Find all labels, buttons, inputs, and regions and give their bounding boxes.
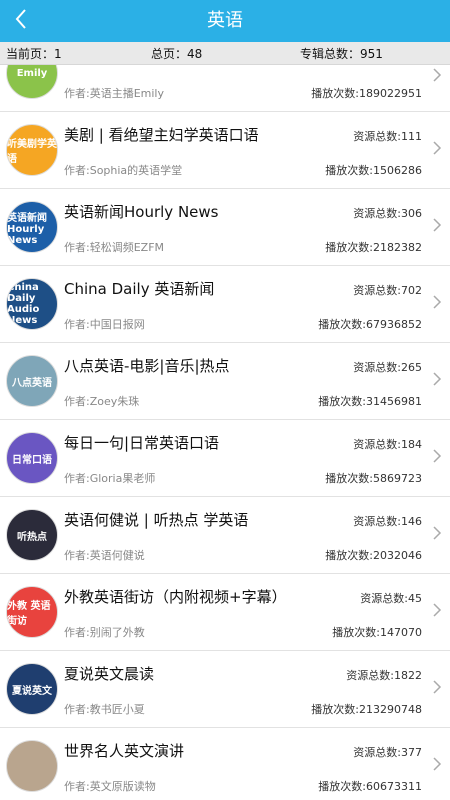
- cover-text: 八点英语: [12, 377, 52, 389]
- album-cover: 八点英语: [6, 355, 58, 407]
- chevron-right-icon: [430, 754, 444, 774]
- cover-text: 听美剧学英语: [7, 139, 57, 165]
- album-title: 夏说英文晨读: [64, 665, 155, 683]
- album-cover: 听热点: [6, 509, 58, 561]
- album-author: 作者:英语主播Emily: [64, 87, 164, 100]
- album-title: 美剧 | 看绝望主妇学英语口语: [64, 126, 259, 144]
- album-cover: Emily: [6, 65, 58, 99]
- album-cover: 英语新闻 Hourly News: [6, 201, 58, 253]
- total-albums-label: 专辑总数：951: [300, 46, 383, 61]
- album-play-count: 播放次数:189022951: [311, 87, 422, 100]
- album-resource-count: 资源总数:184: [353, 438, 422, 451]
- album-resource-count: 资源总数:265: [353, 361, 422, 374]
- cover-text: 英语新闻 Hourly News: [7, 212, 47, 246]
- chevron-right-icon: [430, 369, 444, 389]
- page-title: 英语: [207, 10, 243, 31]
- album-play-count: 播放次数:31456981: [318, 395, 422, 408]
- album-play-count: 播放次数:60673311: [318, 780, 422, 793]
- album-title: 每日一句|日常英语口语: [64, 434, 220, 452]
- cover-text: 听热点: [17, 531, 47, 543]
- album-title: 英语何健说 | 听热点 学英语: [64, 511, 249, 529]
- album-resource-count: 资源总数:111: [353, 130, 422, 143]
- album-cover: China Daily Audio News: [6, 278, 58, 330]
- album-play-count: 播放次数:213290748: [311, 703, 422, 716]
- album-row[interactable]: 外教 英语街访 外教英语街访（内附视频+字幕） 资源总数:45 作者:别闹了外教…: [0, 574, 450, 651]
- cover-text: 日常口语: [12, 454, 52, 466]
- album-resource-count: 资源总数:377: [353, 746, 422, 759]
- album-title: 外教英语街访（内附视频+字幕）: [64, 588, 287, 606]
- album-author: 作者:Gloria果老师: [64, 472, 156, 485]
- album-author: 作者:Zoey朱珠: [64, 395, 140, 408]
- album-row[interactable]: 听美剧学英语 美剧 | 看绝望主妇学英语口语 资源总数:111 作者:Sophi…: [0, 112, 450, 189]
- album-row[interactable]: 听热点 英语何健说 | 听热点 学英语 资源总数:146 作者:英语何健说 播放…: [0, 497, 450, 574]
- app-header: 英语: [0, 0, 450, 42]
- album-play-count: 播放次数:5869723: [325, 472, 422, 485]
- album-cover: 日常口语: [6, 432, 58, 484]
- cover-text: 夏说英文: [12, 685, 52, 697]
- chevron-right-icon: [430, 446, 444, 466]
- album-author: 作者:中国日报网: [64, 318, 145, 331]
- album-play-count: 播放次数:2032046: [325, 549, 422, 562]
- album-author: 作者:别闹了外教: [64, 626, 145, 639]
- cover-text: China Daily Audio News: [7, 282, 40, 326]
- album-play-count: 播放次数:67936852: [318, 318, 422, 331]
- album-resource-count: 资源总数:1822: [346, 669, 422, 682]
- album-play-count: 播放次数:2182382: [325, 241, 422, 254]
- album-cover: 外教 英语街访: [6, 586, 58, 638]
- stats-bar: 当前页：1 总页：48 专辑总数：951: [0, 42, 450, 65]
- chevron-right-icon: [430, 292, 444, 312]
- album-resource-count: 资源总数:702: [353, 284, 422, 297]
- album-cover: [6, 740, 58, 792]
- chevron-right-icon: [430, 138, 444, 158]
- album-row[interactable]: 英语新闻 Hourly News 英语新闻Hourly News 资源总数:30…: [0, 189, 450, 266]
- album-author: 作者:教书匠小夏: [64, 703, 145, 716]
- album-row[interactable]: 世界名人英文演讲 资源总数:377 作者:英文原版读物 播放次数:6067331…: [0, 728, 450, 800]
- chevron-right-icon: [430, 677, 444, 697]
- total-pages-label: 总页：48: [151, 46, 203, 61]
- album-resource-count: 资源总数:45: [360, 592, 422, 605]
- album-author: 作者:英语何健说: [64, 549, 145, 562]
- album-list: Emily 作者:英语主播Emily 播放次数:189022951 听美剧学英语…: [0, 65, 450, 800]
- chevron-right-icon: [430, 600, 444, 620]
- album-author: 作者:Sophia的英语学堂: [64, 164, 183, 177]
- cover-text: Emily: [16, 67, 48, 79]
- album-title: 世界名人英文演讲: [64, 742, 185, 760]
- album-resource-count: 资源总数:146: [353, 515, 422, 528]
- album-row[interactable]: Emily 作者:英语主播Emily 播放次数:189022951: [0, 65, 450, 112]
- current-page-label: 当前页：1: [6, 46, 62, 61]
- chevron-right-icon: [430, 523, 444, 543]
- album-resource-count: 资源总数:306: [353, 207, 422, 220]
- album-cover: 夏说英文: [6, 663, 58, 715]
- album-cover: 听美剧学英语: [6, 124, 58, 176]
- album-title: 英语新闻Hourly News: [64, 203, 219, 221]
- chevron-right-icon: [430, 65, 444, 85]
- album-title: 八点英语-电影|音乐|热点: [64, 357, 230, 375]
- album-play-count: 播放次数:1506286: [325, 164, 422, 177]
- album-row[interactable]: 夏说英文 夏说英文晨读 资源总数:1822 作者:教书匠小夏 播放次数:2132…: [0, 651, 450, 728]
- album-title: China Daily 英语新闻: [64, 280, 215, 298]
- chevron-right-icon: [430, 215, 444, 235]
- album-author: 作者:轻松调频EZFM: [64, 241, 165, 254]
- album-play-count: 播放次数:147070: [332, 626, 422, 639]
- album-author: 作者:英文原版读物: [64, 780, 156, 793]
- album-row[interactable]: China Daily Audio News China Daily 英语新闻 …: [0, 266, 450, 343]
- cover-text: 外教 英语街访: [7, 601, 51, 627]
- album-row[interactable]: 日常口语 每日一句|日常英语口语 资源总数:184 作者:Gloria果老师 播…: [0, 420, 450, 497]
- album-row[interactable]: 八点英语 八点英语-电影|音乐|热点 资源总数:265 作者:Zoey朱珠 播放…: [0, 343, 450, 420]
